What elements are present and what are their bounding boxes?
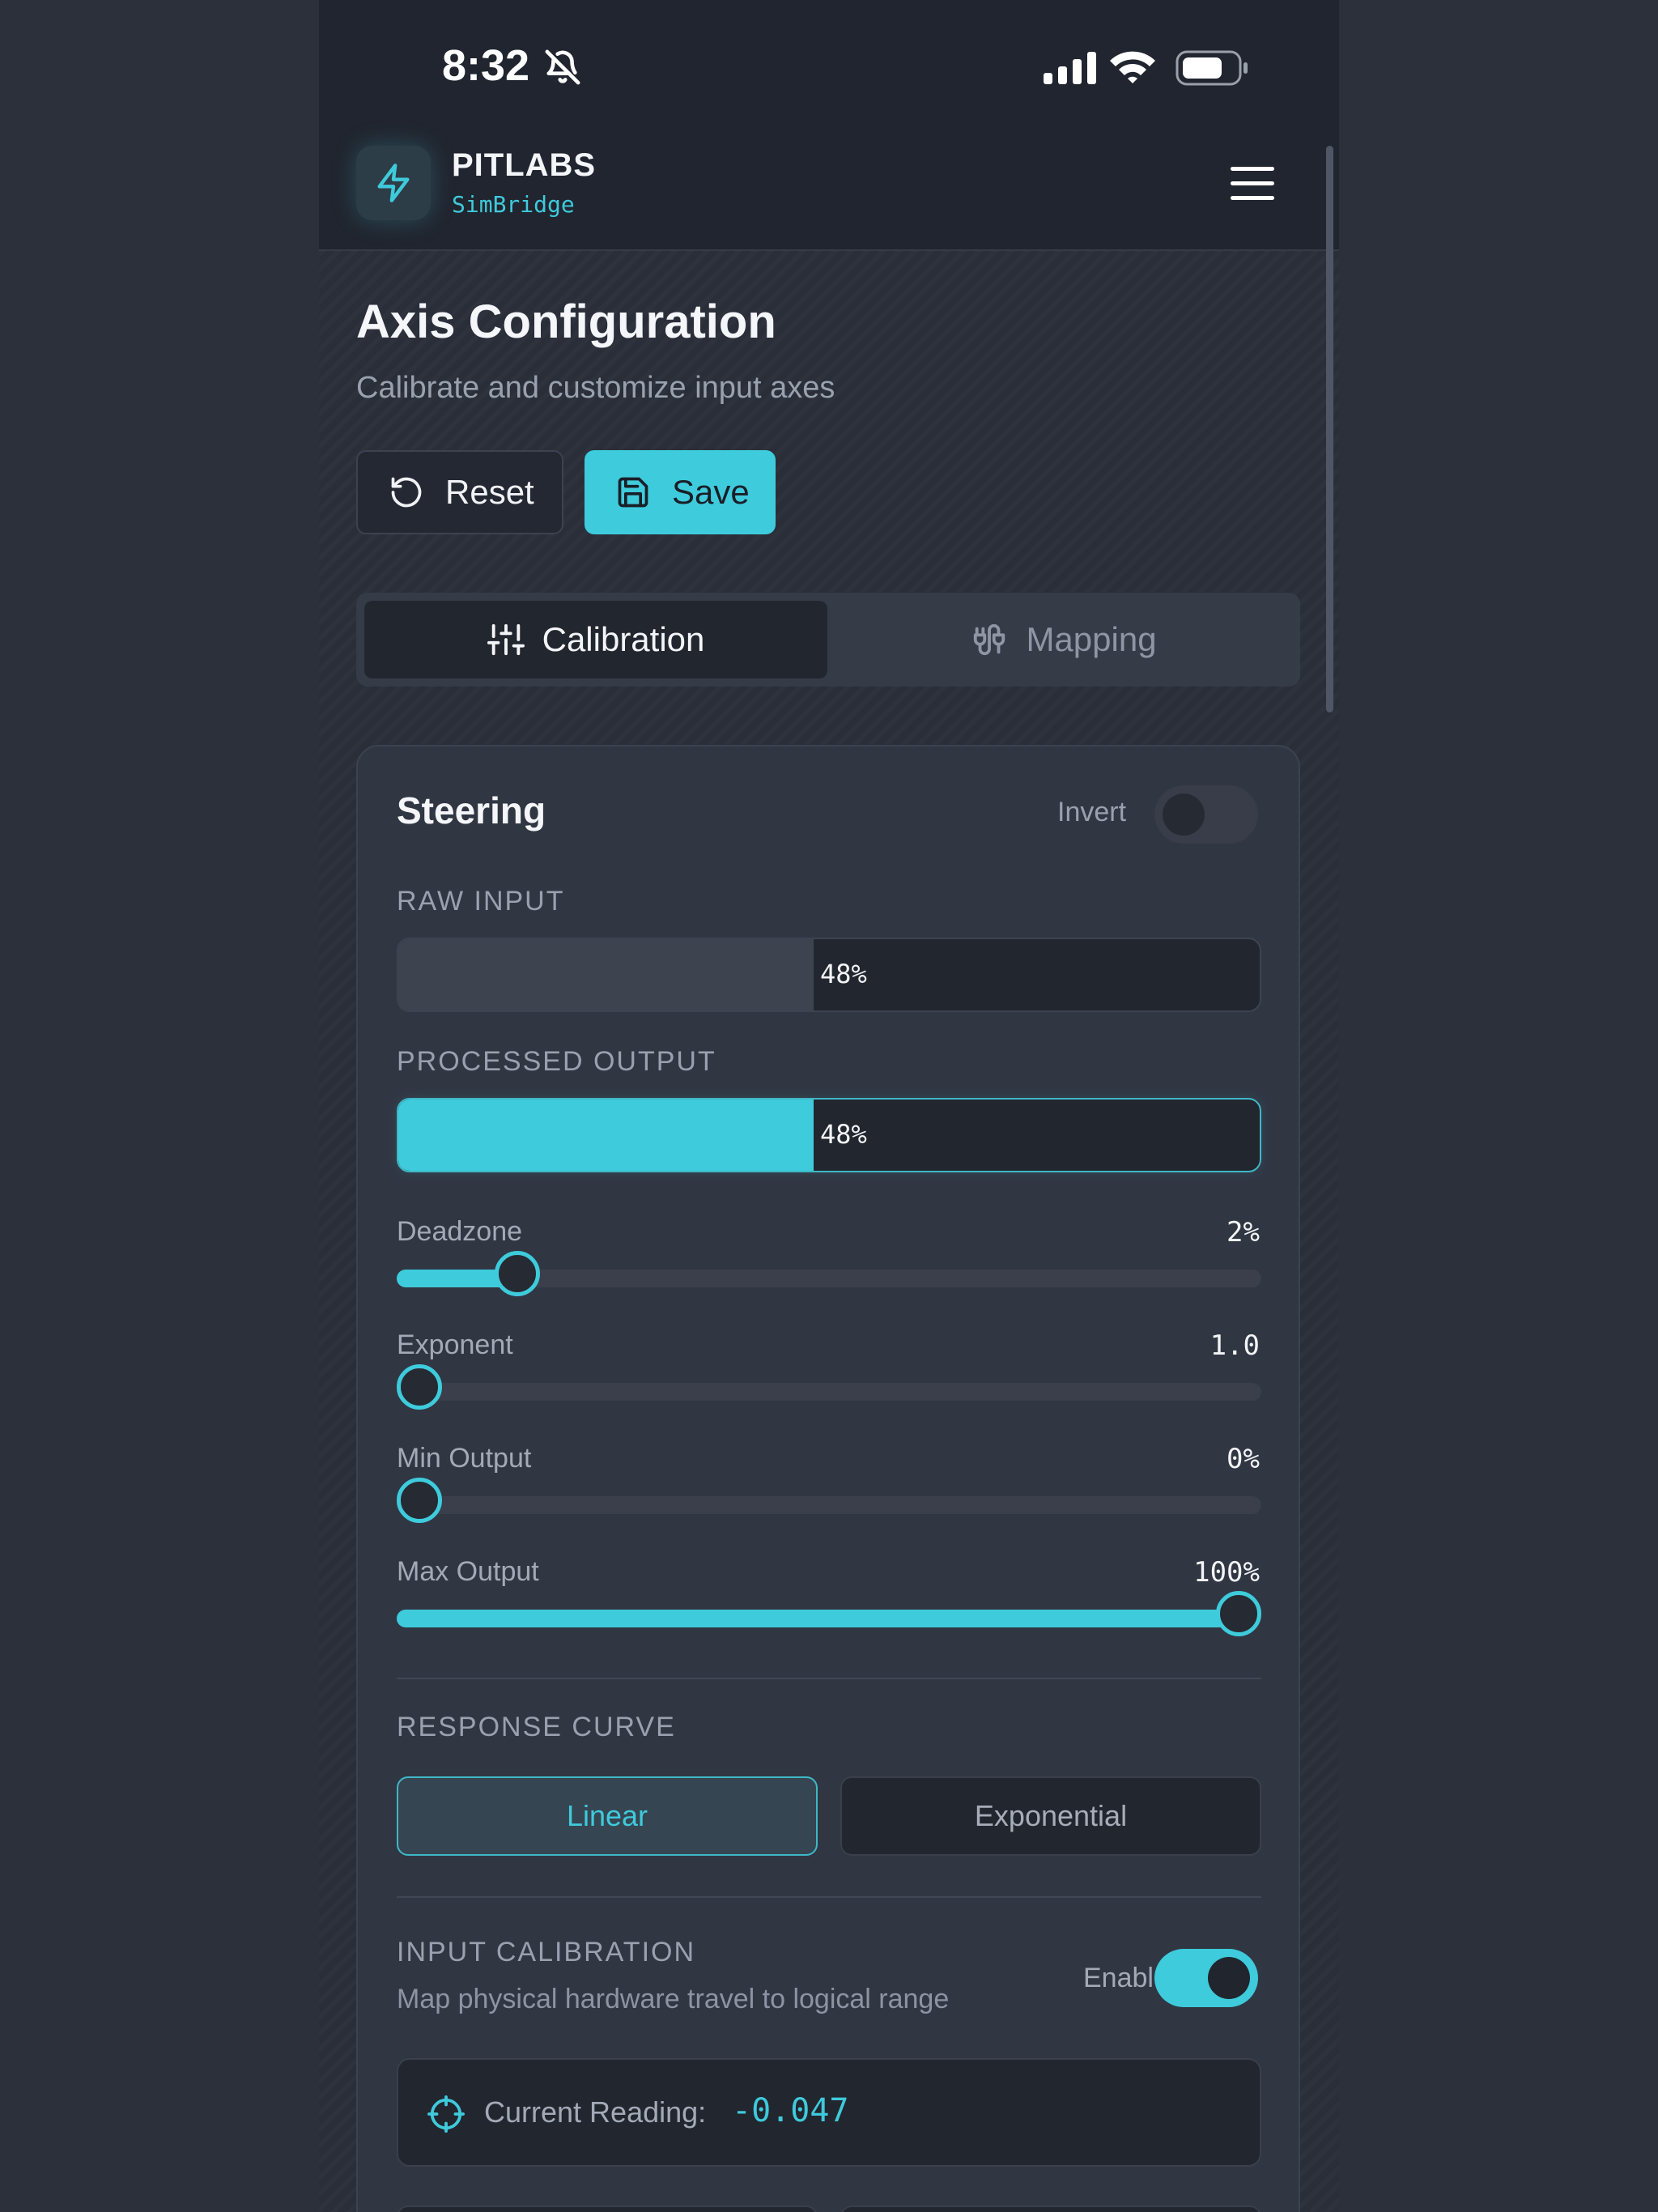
sliders-icon	[487, 623, 525, 656]
axis-title: Steering	[397, 789, 546, 832]
toggle-knob	[1208, 1957, 1250, 1999]
max-output-slider-thumb[interactable]	[1216, 1591, 1261, 1636]
input-calibration-label: INPUT CALIBRATION	[397, 1937, 696, 1967]
exponent-label: Exponent	[397, 1329, 513, 1360]
exponent-slider-thumb[interactable]	[397, 1364, 442, 1410]
save-button[interactable]: Save	[585, 450, 776, 534]
wifi-icon	[1108, 49, 1157, 88]
logo	[356, 146, 431, 220]
exponent-slider[interactable]	[397, 1364, 1261, 1410]
hamburger-menu-icon[interactable]	[1231, 165, 1274, 206]
cable-plug-icon	[974, 623, 1005, 656]
processed-output-bar: 48%	[397, 1098, 1261, 1172]
bell-muted-icon	[544, 49, 581, 90]
lightning-bolt-icon	[377, 164, 410, 202]
raw-input-value: 48%	[820, 959, 867, 989]
reset-label: Reset	[445, 473, 534, 511]
processed-output-fill	[398, 1100, 814, 1171]
current-reading-box: Current Reading: -0.047	[397, 2058, 1261, 2167]
processed-output-label: PROCESSED OUTPUT	[397, 1046, 716, 1077]
cellular-signal-icon	[1044, 52, 1097, 88]
divider	[397, 1896, 1261, 1898]
deadzone-value: 2%	[1226, 1216, 1260, 1249]
product-name: SimBridge	[452, 191, 575, 218]
page-subtitle: Calibrate and customize input axes	[356, 371, 835, 405]
rotate-ccw-icon	[391, 477, 422, 508]
divider	[397, 1678, 1261, 1679]
deadzone-label: Deadzone	[397, 1216, 523, 1247]
min-output-label: Min Output	[397, 1443, 532, 1474]
brand-name: PITLABS	[452, 147, 597, 183]
invert-toggle[interactable]	[1154, 785, 1258, 844]
page-title: Axis Configuration	[356, 296, 776, 348]
max-output-slider[interactable]	[397, 1591, 1261, 1636]
scrollbar[interactable]	[1326, 146, 1333, 713]
tab-mapping-label: Mapping	[1026, 620, 1157, 658]
min-output-slider[interactable]	[397, 1478, 1261, 1523]
response-curve-label: RESPONSE CURVE	[397, 1712, 676, 1742]
calibration-max-button[interactable]	[840, 2206, 1261, 2212]
current-reading-value: -0.047	[732, 2092, 849, 2129]
max-output-slider-fill	[397, 1610, 1239, 1627]
raw-input-label: RAW INPUT	[397, 886, 565, 917]
min-output-slider-thumb[interactable]	[397, 1478, 442, 1523]
calibration-min-button[interactable]	[397, 2206, 818, 2212]
tab-calibration[interactable]: Calibration	[364, 601, 827, 678]
max-output-label: Max Output	[397, 1556, 539, 1587]
tab-calibration-label: Calibration	[542, 620, 705, 658]
current-reading-label: Current Reading:	[484, 2095, 707, 2129]
enable-calibration-toggle[interactable]	[1154, 1949, 1258, 2007]
deadzone-slider[interactable]	[397, 1251, 1261, 1296]
raw-input-bar: 48%	[397, 938, 1261, 1012]
processed-output-value: 48%	[820, 1119, 867, 1150]
main-content: Axis Configuration Calibrate and customi…	[319, 251, 1339, 2212]
deadzone-slider-thumb[interactable]	[495, 1251, 541, 1296]
crosshair-icon	[427, 2095, 465, 2133]
axis-card: Steering Invert RAW INPUT 48% PROCESSED …	[356, 745, 1300, 2212]
top-bar: 8:32 PITLABS SimBridge	[319, 0, 1339, 251]
max-output-value: 100%	[1193, 1556, 1260, 1589]
toggle-knob	[1163, 793, 1205, 836]
status-time: 8:32	[442, 41, 530, 90]
battery-icon	[1175, 50, 1248, 90]
tab-bar: Calibration Mapping	[356, 593, 1300, 687]
reset-button[interactable]: Reset	[356, 450, 563, 534]
curve-linear-button[interactable]: Linear	[397, 1776, 818, 1856]
save-label: Save	[672, 473, 750, 511]
curve-exponential-button[interactable]: Exponential	[840, 1776, 1261, 1856]
tab-mapping[interactable]: Mapping	[835, 601, 1292, 678]
input-calibration-description: Map physical hardware travel to logical …	[397, 1984, 950, 2014]
exponent-value: 1.0	[1209, 1329, 1260, 1362]
min-output-value: 0%	[1226, 1443, 1260, 1475]
floppy-disk-icon	[618, 477, 648, 508]
app-screen: 8:32 PITLABS SimBridge Axis Configuratio…	[319, 0, 1339, 2212]
raw-input-fill	[398, 939, 814, 1010]
invert-label: Invert	[1057, 797, 1127, 827]
